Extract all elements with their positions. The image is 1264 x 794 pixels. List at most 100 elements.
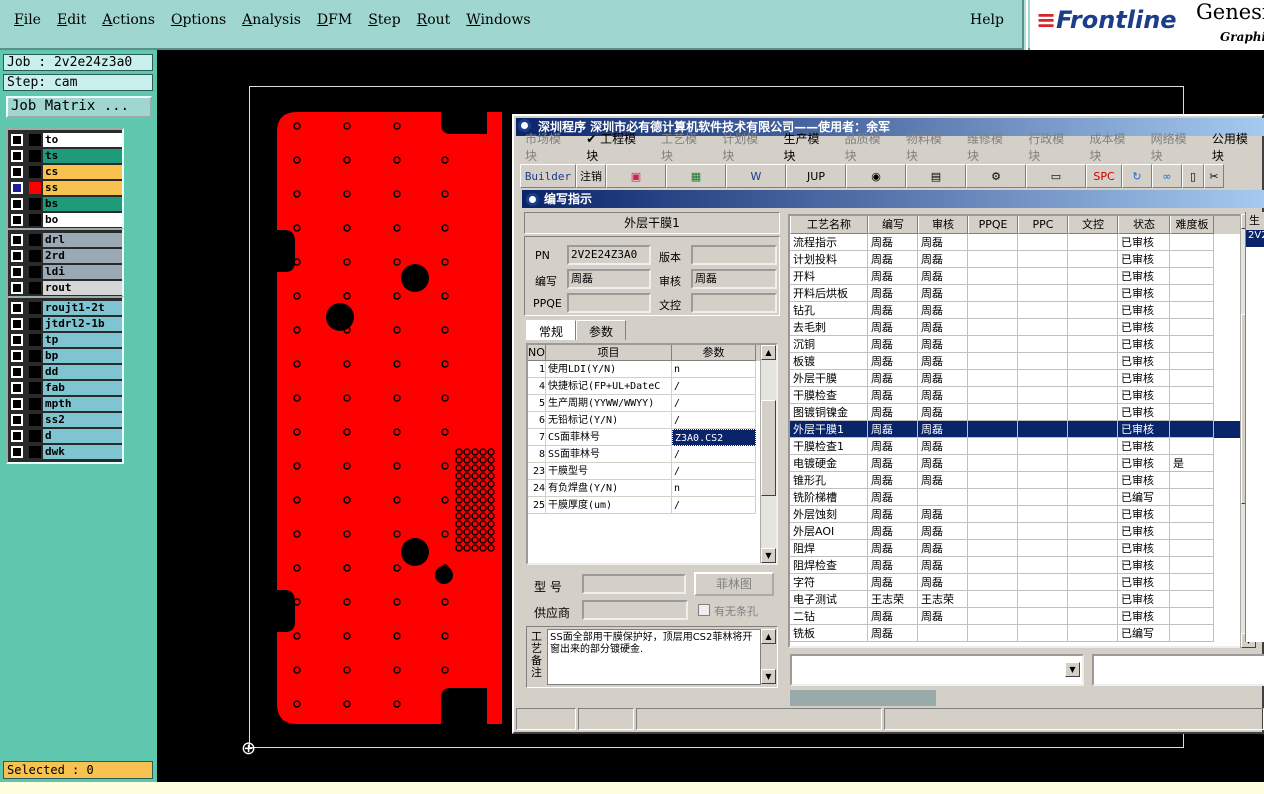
layer-row-mpth[interactable]: mpth (8, 396, 122, 412)
layer-swatch[interactable] (29, 414, 41, 426)
param-row[interactable]: 1 使用LDI(Y/N) n (528, 361, 776, 378)
remark-up-icon[interactable]: ▲ (761, 629, 776, 644)
layer-name[interactable]: dd (43, 365, 122, 379)
cut-icon[interactable]: ✂ (1204, 164, 1224, 188)
layer-checkbox[interactable] (11, 430, 23, 442)
layer-swatch[interactable] (29, 134, 41, 146)
has-strip-checkbox[interactable] (698, 604, 710, 616)
layer-checkbox[interactable] (11, 334, 23, 346)
layer-row-drl[interactable]: drl (8, 232, 122, 248)
layer-row-dwk[interactable]: dwk (8, 444, 122, 460)
process-row[interactable]: 铣板 周磊 已编写 (790, 625, 1240, 642)
layer-row-d[interactable]: d (8, 428, 122, 444)
layer-checkbox[interactable] (11, 182, 23, 194)
calendar-icon[interactable]: ▣ (606, 164, 666, 188)
remark-text[interactable]: SS面全部用干膜保护好，顶层用CS2菲林将开窗出来的部分镀硬金. (547, 629, 761, 685)
layer-row-ldi[interactable]: ldi (8, 264, 122, 280)
layer-name[interactable]: rout (43, 281, 122, 295)
param-row[interactable]: 4 快捷标记(FP+UL+DateC / (528, 378, 776, 395)
layer-row-bo[interactable]: bo (8, 212, 122, 228)
layer-swatch[interactable] (29, 234, 41, 246)
module-tab[interactable]: 工艺模块 (654, 130, 715, 164)
param-row[interactable]: 5 生产周期(YYWW/WWYY) / (528, 395, 776, 412)
new-document-icon[interactable]: ▯ (1182, 164, 1204, 188)
layer-checkbox[interactable] (11, 350, 23, 362)
layer-checkbox[interactable] (11, 214, 23, 226)
layer-checkbox[interactable] (11, 166, 23, 178)
param-scrollbar[interactable]: ▲ ▼ (760, 345, 776, 563)
process-row[interactable]: 外层干膜 周磊 周磊 已审核 (790, 370, 1240, 387)
combo-left[interactable]: ▼ (790, 654, 1084, 686)
layer-checkbox[interactable] (11, 282, 23, 294)
layer-checkbox[interactable] (11, 266, 23, 278)
module-tab[interactable]: 品质模块 (838, 130, 899, 164)
layer-checkbox[interactable] (11, 446, 23, 458)
layer-name[interactable]: dwk (43, 445, 122, 459)
combo-dropdown-icon[interactable]: ▼ (1065, 662, 1080, 677)
layer-checkbox[interactable] (11, 150, 23, 162)
layer-name[interactable]: fab (43, 381, 122, 395)
layer-name[interactable]: d (43, 429, 122, 443)
doc-field[interactable] (691, 293, 777, 313)
layer-swatch[interactable] (29, 366, 41, 378)
layer-row-dd[interactable]: dd (8, 364, 122, 380)
layer-name[interactable]: bo (43, 213, 122, 227)
tab-param[interactable]: 参数 (576, 320, 627, 340)
layer-swatch[interactable] (29, 266, 41, 278)
eye-icon[interactable]: ◉ (846, 164, 906, 188)
module-tab[interactable]: 成本模块 (1082, 130, 1143, 164)
layer-swatch[interactable] (29, 446, 41, 458)
process-row[interactable]: 图镀铜镍金 周磊 周磊 已审核 (790, 404, 1240, 421)
module-tab[interactable]: 公用模块 (1205, 130, 1264, 164)
param-row[interactable]: 24 有负焊盘(Y/N) n (528, 480, 776, 497)
param-row[interactable]: 6 无铅标记(Y/N) / (528, 412, 776, 429)
layer-checkbox[interactable] (11, 318, 23, 330)
layer-checkbox[interactable] (11, 134, 23, 146)
menu-file[interactable]: File (6, 12, 49, 34)
menu-help[interactable]: Help (970, 12, 1004, 28)
menu-dfm[interactable]: DFM (309, 12, 360, 34)
layer-name[interactable]: tp (43, 333, 122, 347)
grid-header-cell[interactable]: PPC (1018, 216, 1068, 234)
process-row[interactable]: 二钻 周磊 周磊 已审核 (790, 608, 1240, 625)
module-tab[interactable]: 网络模块 (1144, 130, 1205, 164)
grid-header-cell[interactable]: 编写 (868, 216, 918, 234)
layer-swatch[interactable] (29, 318, 41, 330)
process-row[interactable]: 去毛刺 周磊 周磊 已审核 (790, 319, 1240, 336)
layer-name[interactable]: ts (43, 149, 122, 163)
process-row[interactable]: 板镀 周磊 周磊 已审核 (790, 353, 1240, 370)
process-row[interactable]: 开料后烘板 周磊 周磊 已审核 (790, 285, 1240, 302)
supplier-field[interactable] (582, 600, 688, 620)
process-row[interactable]: 阻焊 周磊 周磊 已审核 (790, 540, 1240, 557)
jup-button[interactable]: JUP (786, 164, 846, 188)
layer-checkbox[interactable] (11, 414, 23, 426)
layer-name[interactable]: mpth (43, 397, 122, 411)
layer-name[interactable]: cs (43, 165, 122, 179)
database-icon[interactable]: ▤ (906, 164, 966, 188)
menu-windows[interactable]: Windows (458, 12, 538, 34)
menu-edit[interactable]: Edit (49, 12, 94, 34)
layer-swatch[interactable] (29, 382, 41, 394)
module-tab[interactable]: 物料模块 (899, 130, 960, 164)
layer-swatch[interactable] (29, 214, 41, 226)
layer-row-rout[interactable]: rout (8, 280, 122, 296)
layer-row-to[interactable]: to (8, 132, 122, 148)
param-row[interactable]: 7 CS面菲林号 Z3A0.CS2 (528, 429, 776, 446)
layer-name[interactable]: ss2 (43, 413, 122, 427)
layer-name[interactable]: bp (43, 349, 122, 363)
grid-header-cell[interactable]: 审核 (918, 216, 968, 234)
builder-button[interactable]: Builder (520, 164, 576, 188)
layer-swatch[interactable] (29, 302, 41, 314)
layer-name[interactable]: ss (43, 181, 122, 195)
module-tab[interactable]: 市场模块 (518, 130, 579, 164)
layer-swatch[interactable] (29, 430, 41, 442)
grid-header-cell[interactable]: 难度板 (1170, 216, 1214, 234)
grid-header-cell[interactable]: 状态 (1118, 216, 1170, 234)
menu-step[interactable]: Step (360, 12, 408, 34)
menu-actions[interactable]: Actions (94, 12, 163, 34)
layer-row-bs[interactable]: bs (8, 196, 122, 212)
layer-checkbox[interactable] (11, 398, 23, 410)
layer-swatch[interactable] (29, 250, 41, 262)
grid-header-cell[interactable]: PPQE (968, 216, 1018, 234)
process-row[interactable]: 开料 周磊 周磊 已审核 (790, 268, 1240, 285)
